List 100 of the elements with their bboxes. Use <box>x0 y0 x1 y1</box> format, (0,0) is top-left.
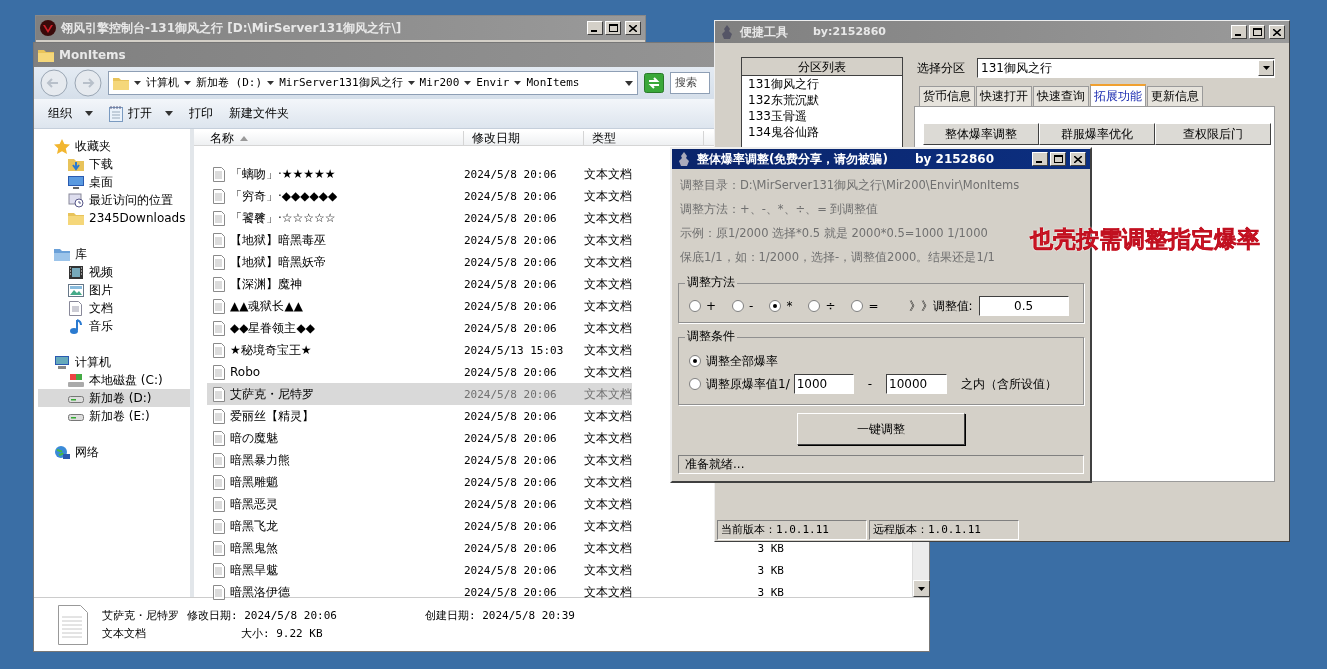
radio-option[interactable]: = <box>851 298 879 314</box>
file-row[interactable]: 【深渊】魔神 2024/5/8 20:06 文本文档 <box>207 273 632 296</box>
file-row[interactable]: 艾萨克・尼特罗 2024/5/8 20:06 文本文档 <box>207 383 632 406</box>
file-row[interactable]: 【地狱】暗黑毒巫 2024/5/8 20:06 文本文档 <box>207 229 632 252</box>
nav-item[interactable]: 新加卷 (D:) <box>38 389 190 407</box>
toolbar-button[interactable]: 打印 <box>183 104 219 123</box>
file-row[interactable]: 【地狱】暗黑妖帝 2024/5/8 20:06 文本文档 <box>207 251 632 274</box>
address-field[interactable]: 计算机 新加卷 (D:) MirServer131御风之行 Mir200 Envir MonItems <box>108 71 638 95</box>
tab[interactable]: 快速查询 <box>1033 86 1089 106</box>
nav-item[interactable]: 下载 <box>38 155 190 173</box>
file-row[interactable]: 暗の魔魅 2024/5/8 20:06 文本文档 <box>207 427 632 450</box>
nav-item[interactable]: 计算机 <box>38 353 190 371</box>
text-file-icon <box>213 298 225 314</box>
modified-date: 2024/5/8 20:06 <box>464 299 558 313</box>
file-row[interactable]: 「饕餮」·☆☆☆☆☆ 2024/5/8 20:06 文本文档 <box>207 207 632 230</box>
file-name: 【地狱】暗黑妖帝 <box>230 255 326 270</box>
toolbar-button[interactable]: 组织 <box>42 104 99 123</box>
value-field[interactable]: 0.5 <box>978 296 1069 316</box>
minimize-button[interactable] <box>587 21 603 35</box>
nav-item[interactable]: 网络 <box>38 443 190 461</box>
nav-item[interactable]: 视频 <box>38 263 190 281</box>
info-text: 示例：原1/2000 选择*0.5 就是 2000*0.5=1000 1/1000 <box>679 225 988 242</box>
maximize-button[interactable] <box>605 21 621 35</box>
list-item[interactable]: 133玉骨遥 <box>742 108 902 124</box>
action-button[interactable]: 查权限后门 <box>1155 123 1271 145</box>
action-button[interactable]: 群服爆率优化 <box>1039 123 1155 145</box>
nav-item[interactable]: 收藏夹 <box>38 137 190 155</box>
column-header[interactable]: 名称 <box>194 131 464 146</box>
file-name: ★秘境奇宝王★ <box>230 343 312 358</box>
nav-item[interactable]: 本地磁盘 (C:) <box>38 371 190 389</box>
radio-option[interactable]: ÷ <box>808 298 836 314</box>
file-type: 文本文档 <box>584 541 633 556</box>
search-field[interactable]: 搜索 <box>670 72 710 94</box>
column-header[interactable]: 类型 <box>584 131 704 146</box>
list-item[interactable]: 134鬼谷仙路 <box>742 124 902 140</box>
maximize-button[interactable] <box>1249 25 1265 39</box>
partition-dropdown[interactable]: 131御风之行 <box>977 58 1275 78</box>
window-title: 翎风引擎控制台-131御风之行 [D:\MirServer131御风之行\] <box>61 20 402 36</box>
breadcrumb-item[interactable]: 计算机 <box>146 76 179 90</box>
radio-option[interactable]: 调整原爆率值1/ <box>689 377 790 392</box>
minimize-button[interactable] <box>1231 25 1247 39</box>
adjust-button[interactable]: 一键调整 <box>797 413 965 446</box>
text-file-icon <box>213 364 225 380</box>
file-row[interactable]: 「穷奇」·◆◆◆◆◆◆ 2024/5/8 20:06 文本文档 <box>207 185 632 208</box>
breadcrumb-item[interactable]: Mir200 <box>419 76 460 90</box>
scroll-down-button[interactable] <box>913 580 930 597</box>
close-button[interactable] <box>625 21 641 35</box>
nav-item[interactable]: 图片 <box>38 281 190 299</box>
file-row[interactable]: 暗黑恶灵 2024/5/8 20:06 文本文档 <box>207 493 632 516</box>
radio-option[interactable]: 调整全部爆率 <box>689 354 778 369</box>
file-row[interactable]: 暗黑旱魃 2024/5/8 20:06 文本文档 3 KB <box>207 559 784 582</box>
detail-modified: 修改日期: 2024/5/8 20:06 <box>187 609 337 623</box>
breadcrumb-item[interactable]: Envir <box>476 76 510 90</box>
file-row[interactable]: 暗黑雕魈 2024/5/8 20:06 文本文档 <box>207 471 632 494</box>
caret-icon <box>267 81 275 85</box>
tab[interactable]: 快速打开 <box>976 86 1032 106</box>
nav-item[interactable]: 音乐 <box>38 317 190 335</box>
tab[interactable]: 拓展功能 <box>1090 84 1146 106</box>
file-row[interactable]: 爱丽丝【精灵】 2024/5/8 20:06 文本文档 <box>207 405 632 428</box>
file-row[interactable]: 暗黑鬼煞 2024/5/8 20:06 文本文档 3 KB <box>207 537 784 560</box>
breadcrumb-item[interactable]: MirServer131御风之行 <box>279 76 403 90</box>
radio-option[interactable]: * <box>769 298 793 314</box>
nav-item[interactable]: 文档 <box>38 299 190 317</box>
file-row[interactable]: ◆◆星眷领主◆◆ 2024/5/8 20:06 文本文档 <box>207 317 632 340</box>
file-row[interactable]: 暗黑飞龙 2024/5/8 20:06 文本文档 <box>207 515 632 538</box>
tab[interactable]: 货币信息 <box>919 86 975 106</box>
nav-item[interactable]: 最近访问的位置 <box>38 191 190 209</box>
radio-option[interactable]: - <box>732 298 754 314</box>
maximize-button[interactable] <box>1050 152 1066 166</box>
list-item[interactable]: 131御风之行 <box>742 76 902 92</box>
down-arrow-icon <box>918 586 925 591</box>
close-button[interactable] <box>1269 25 1285 39</box>
nav-item[interactable]: 库 <box>38 245 190 263</box>
nav-item[interactable]: 新加卷 (E:) <box>38 407 190 425</box>
radio-option[interactable]: + <box>689 298 717 314</box>
number-field[interactable]: 1000 <box>793 374 854 395</box>
list-item[interactable]: 132东荒沉默 <box>742 92 902 108</box>
tab[interactable]: 更新信息 <box>1147 86 1203 106</box>
file-row[interactable]: ▲▲魂狱长▲▲ 2024/5/8 20:06 文本文档 <box>207 295 632 318</box>
toolbar-button[interactable]: 新建文件夹 <box>223 104 295 123</box>
file-row[interactable]: Robo 2024/5/8 20:06 文本文档 <box>207 361 632 384</box>
number-field[interactable]: 10000 <box>886 374 948 395</box>
text-file-icon <box>213 320 225 336</box>
refresh-button[interactable] <box>644 73 664 93</box>
action-button[interactable]: 整体爆率调整 <box>923 123 1039 145</box>
toolbar-button[interactable]: 打开 <box>103 103 179 124</box>
nav-item[interactable]: 桌面 <box>38 173 190 191</box>
minimize-button[interactable] <box>1032 152 1048 166</box>
file-row[interactable]: 暗黑暴力熊 2024/5/8 20:06 文本文档 <box>207 449 632 472</box>
file-row[interactable]: 「螭吻」·★★★★★ 2024/5/8 20:06 文本文档 <box>207 163 632 186</box>
scrollbar[interactable] <box>912 541 929 597</box>
column-header[interactable]: 修改日期 <box>464 131 584 146</box>
nav-item[interactable]: 2345Downloads <box>38 209 190 227</box>
modified-date: 2024/5/13 15:03 <box>464 343 565 357</box>
file-row[interactable]: 暗黑洛伊德 2024/5/8 20:06 文本文档 3 KB <box>207 581 784 604</box>
breadcrumb-item[interactable]: 新加卷 (D:) <box>196 76 263 90</box>
close-button[interactable] <box>1070 152 1086 166</box>
file-name: 暗の魔魅 <box>230 431 278 446</box>
file-row[interactable]: ★秘境奇宝王★ 2024/5/13 15:03 文本文档 <box>207 339 632 362</box>
breadcrumb-item[interactable]: MonItems <box>526 76 580 90</box>
